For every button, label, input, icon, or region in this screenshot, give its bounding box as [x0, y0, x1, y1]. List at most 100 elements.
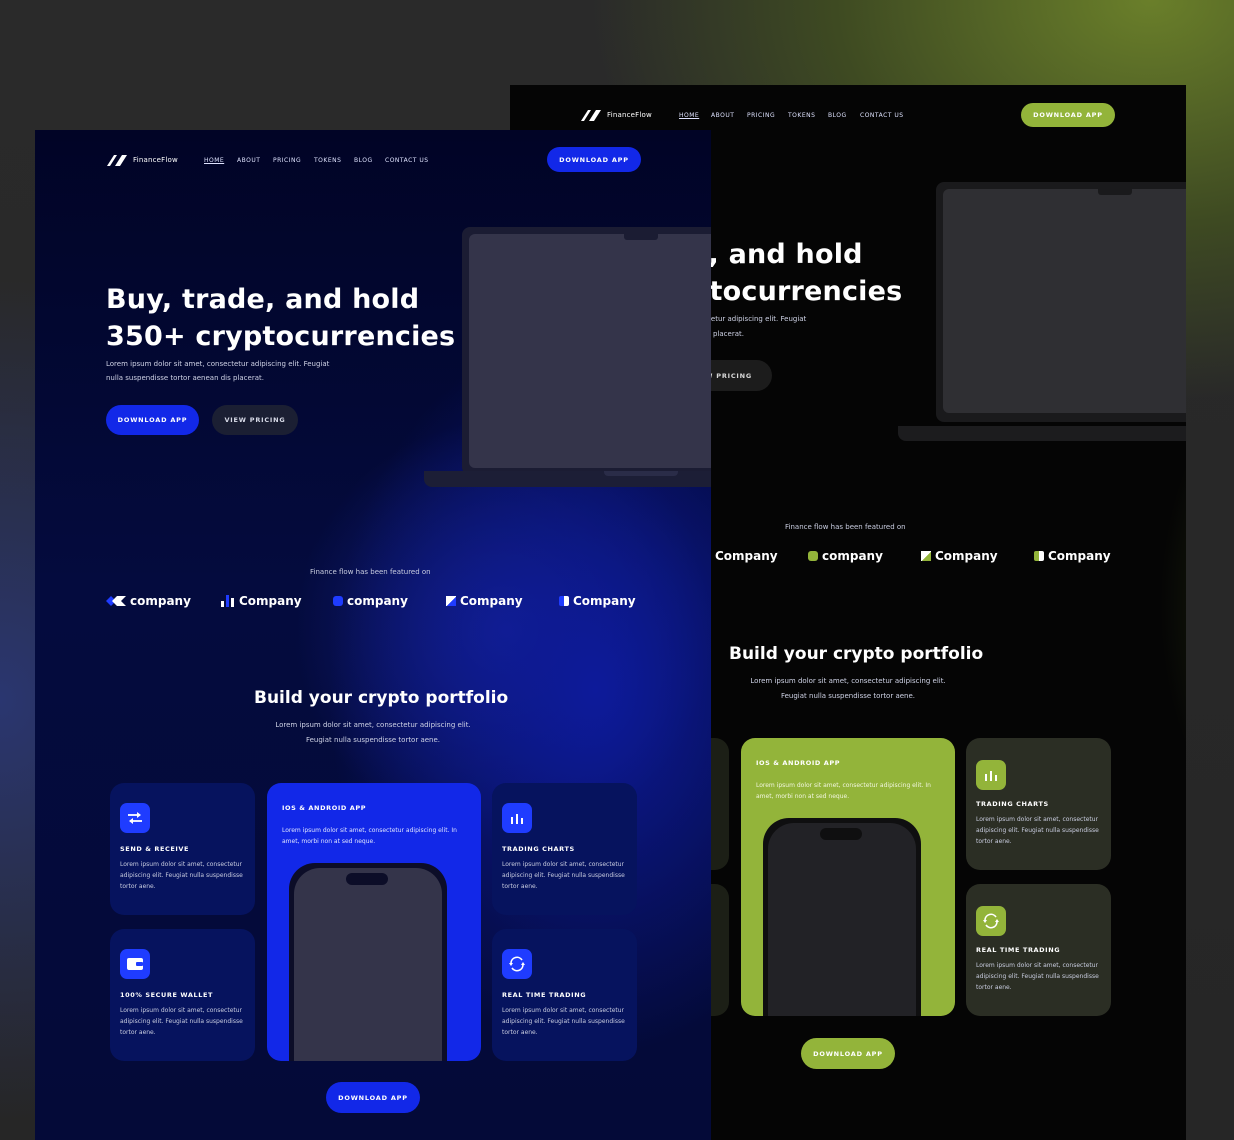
hero-title-line2: 350+ cryptocurrencies [106, 321, 456, 352]
card-description: Lorem ipsum dolor sit amet, consectetur … [976, 816, 1099, 845]
company-name: Company [573, 594, 636, 608]
hero-title-line2: ptocurrencies [690, 276, 903, 307]
nav-blog[interactable]: BLOG [828, 112, 847, 119]
view-pricing-button[interactable]: VIEW PRICING [212, 405, 298, 435]
financeflow-logo-icon [581, 110, 601, 121]
refresh-icon [502, 949, 532, 979]
card-description: Lorem ipsum dolor sit amet, consectetur … [282, 827, 457, 845]
download-app-button[interactable]: DOWNLOAD APP [547, 147, 641, 172]
card-title: TRADING CHARTS [502, 845, 575, 853]
company-name: company [347, 594, 408, 608]
card-description: Lorem ipsum dolor sit amet, consectetur … [120, 861, 243, 890]
company-logo-icon [106, 596, 126, 606]
company-name: company [822, 549, 883, 563]
company-logo: company [106, 594, 191, 608]
section-subtitle-line1: Lorem ipsum dolor sit amet, consectetur … [275, 721, 471, 729]
swap-arrows-icon [128, 812, 142, 824]
swap-arrows-icon [120, 803, 150, 833]
section-subtitle: Lorem ipsum dolor sit amet, consectetur … [225, 718, 521, 748]
nav-home[interactable]: HOME [679, 112, 699, 119]
company-logo: Company [1034, 549, 1111, 563]
laptop-trackpad-lip [604, 471, 678, 476]
card-title: SEND & RECEIVE [120, 845, 190, 853]
company-logo: company [808, 549, 883, 563]
feature-card-realtime: REAL TIME TRADING Lorem ipsum dolor sit … [966, 884, 1111, 1016]
nav-pricing[interactable]: PRICING [273, 157, 301, 164]
hero-subtitle-line1: ectetur adipiscing elit. Feugiat [700, 315, 807, 323]
section-title: Build your crypto portfolio [254, 688, 509, 708]
phone-screen [768, 823, 916, 1016]
bar-chart-icon [985, 771, 997, 781]
card-title: IOS & ANDROID APP [282, 804, 367, 812]
company-name: company [130, 594, 191, 608]
phone-notch [346, 873, 388, 885]
section-subtitle: Lorem ipsum dolor sit amet, consectetur … [700, 674, 996, 704]
feature-card-charts: TRADING CHARTS Lorem ipsum dolor sit ame… [492, 783, 637, 915]
feature-card-realtime: REAL TIME TRADING Lorem ipsum dolor sit … [492, 929, 637, 1061]
card-description: Lorem ipsum dolor sit amet, consectetur … [756, 782, 931, 800]
company-logo-icon [808, 551, 818, 561]
hero-download-app-button[interactable]: DOWNLOAD APP [106, 405, 199, 435]
card-description: Lorem ipsum dolor sit amet, consectetur … [502, 1007, 625, 1036]
company-logo-icon [446, 596, 456, 606]
company-logo: company [333, 594, 408, 608]
nav-tokens[interactable]: TOKENS [788, 112, 815, 119]
feature-card-app: IOS & ANDROID APP Lorem ipsum dolor sit … [741, 738, 955, 1016]
feature-card-charts: TRADING CHARTS Lorem ipsum dolor sit ame… [966, 738, 1111, 870]
company-logo: Company [715, 549, 778, 563]
nav-contact[interactable]: CONTACT US [860, 112, 904, 119]
laptop-screen [469, 234, 711, 468]
nav-about[interactable]: ABOUT [711, 112, 734, 119]
bar-chart-icon [502, 803, 532, 833]
hero-title-line1: Buy, trade, and hold [106, 284, 420, 315]
nav-contact[interactable]: CONTACT US [385, 157, 429, 164]
nav-home[interactable]: HOME [204, 157, 224, 164]
company-name: Company [715, 549, 778, 563]
laptop-base [898, 426, 1186, 441]
wallet-icon [127, 958, 143, 970]
section-subtitle-line2: Feugiat nulla suspendisse tortor aene. [305, 736, 441, 744]
company-logo: Company [221, 594, 302, 608]
section-subtitle-line2: Feugiat nulla suspendisse tortor aene. [780, 692, 916, 700]
card-title: REAL TIME TRADING [976, 946, 1061, 954]
feature-card-wallet: 100% SECURE WALLET Lorem ipsum dolor sit… [110, 929, 255, 1061]
bar-chart-icon [976, 760, 1006, 790]
download-app-button[interactable]: DOWNLOAD APP [1021, 103, 1115, 127]
hero-title-line1: e, and hold [690, 239, 863, 270]
refresh-icon [983, 913, 999, 929]
section-title: Build your crypto portfolio [729, 644, 984, 664]
card-description: Lorem ipsum dolor sit amet, consectetur … [502, 861, 625, 890]
card-title: IOS & ANDROID APP [756, 759, 841, 767]
brand-name[interactable]: FinanceFlow [607, 111, 652, 119]
nav-blog[interactable]: BLOG [354, 157, 373, 164]
card-title: 100% SECURE WALLET [120, 991, 214, 999]
laptop-screen [943, 189, 1186, 413]
blue-theme-preview: FinanceFlow HOME ABOUT PRICING TOKENS BL… [35, 130, 711, 1140]
refresh-icon [976, 906, 1006, 936]
nav-pricing[interactable]: PRICING [747, 112, 775, 119]
company-logo: Company [921, 549, 998, 563]
financeflow-logo-icon [107, 155, 127, 166]
feature-card-send: SEND & RECEIVE Lorem ipsum dolor sit ame… [110, 783, 255, 915]
phone-notch [820, 828, 862, 840]
download-app-button-bottom[interactable]: DOWNLOAD APP [326, 1082, 420, 1113]
card-description: Lorem ipsum dolor sit amet, consectetur … [120, 1007, 243, 1036]
company-logo: Company [446, 594, 523, 608]
nav-about[interactable]: ABOUT [237, 157, 260, 164]
download-app-button-bottom[interactable]: DOWNLOAD APP [801, 1038, 895, 1069]
company-name: Company [935, 549, 998, 563]
laptop-notch [624, 234, 658, 240]
card-description: Lorem ipsum dolor sit amet, consectetur … [976, 962, 1099, 991]
company-logo-icon [1034, 551, 1044, 561]
brand-name[interactable]: FinanceFlow [133, 156, 178, 164]
hero-subtitle-line2: nulla suspendisse tortor aenean dis plac… [106, 374, 264, 382]
hero-subtitle-line1: Lorem ipsum dolor sit amet, consectetur … [106, 360, 330, 368]
company-logo-icon [559, 596, 569, 606]
company-name: Company [1048, 549, 1111, 563]
company-logo-icon [921, 551, 931, 561]
section-subtitle-line1: Lorem ipsum dolor sit amet, consectetur … [750, 677, 946, 685]
company-logo-icon [333, 596, 343, 606]
nav-tokens[interactable]: TOKENS [314, 157, 341, 164]
featured-label: Finance flow has been featured on [310, 568, 431, 576]
refresh-icon [509, 956, 525, 972]
